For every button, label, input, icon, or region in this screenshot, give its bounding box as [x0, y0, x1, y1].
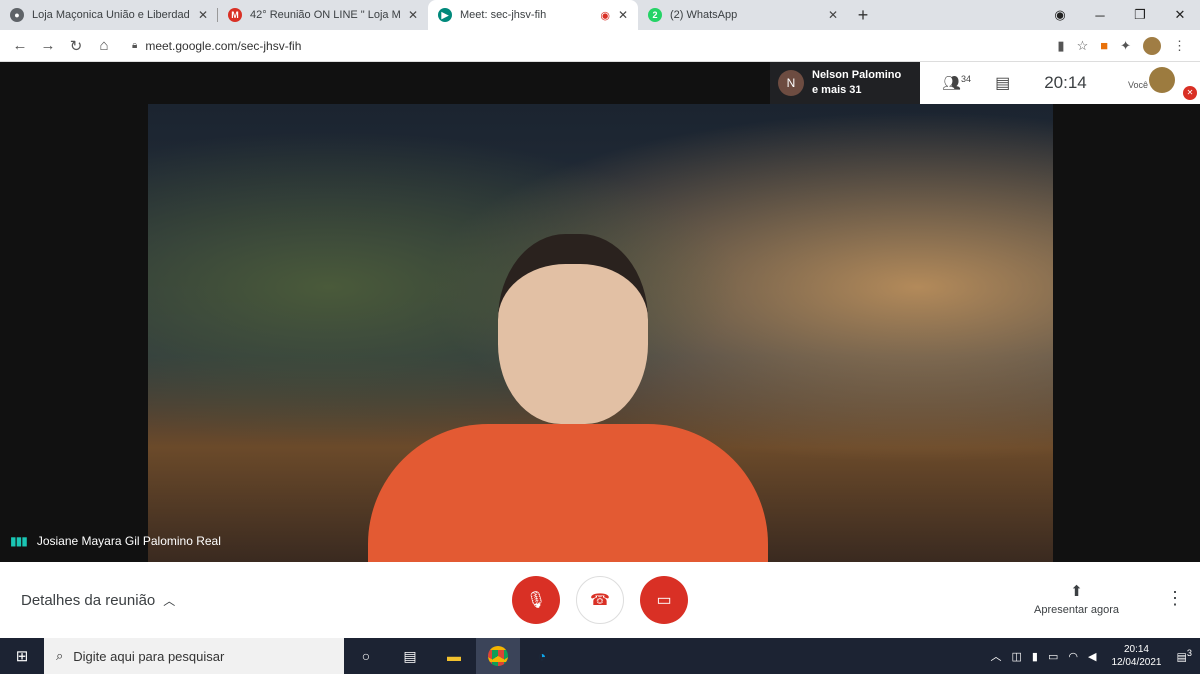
camera-toggle-button[interactable]: ▭: [640, 576, 688, 624]
search-icon: ⌕: [56, 648, 64, 663]
meet-controls: Detalhes da reunião ︿ 🎙︎ ☎︎ ▭ ⬆ Apresenta…: [0, 562, 1200, 638]
host-info: N Nelson Palomino e mais 31: [770, 62, 920, 104]
forward-icon[interactable]: →: [34, 37, 62, 54]
participants-button[interactable]: 👥︎34: [942, 74, 971, 92]
mic-toggle-button[interactable]: 🎙︎: [512, 576, 560, 624]
mic-off-icon: 🎙︎: [525, 592, 547, 609]
windows-taskbar: ⊞ ⌕ Digite aqui para pesquisar ○ ▤ ▬ ◔ ︿…: [0, 638, 1200, 674]
leave-call-button[interactable]: ☎︎: [576, 576, 624, 624]
browser-tab-bar: ● Loja Maçonica União e Liberdade ✕ M 42…: [0, 0, 1200, 30]
search-placeholder: Digite aqui para pesquisar: [73, 648, 225, 664]
host-name: Nelson Palomino: [812, 69, 902, 81]
gmail-icon: M: [228, 8, 242, 22]
camera-off-icon: ▭: [656, 592, 672, 609]
volume-icon[interactable]: ◀: [1088, 650, 1096, 663]
menu-icon[interactable]: ⋮: [1173, 38, 1186, 54]
windows-start-icon[interactable]: ⊞: [0, 647, 44, 665]
battery-icon[interactable]: ▭: [1048, 650, 1058, 663]
microphone-icon[interactable]: ▮: [1032, 650, 1038, 663]
clock-date: 12/04/2021: [1111, 657, 1162, 668]
edge-icon[interactable]: ◔: [520, 638, 564, 674]
tab-meet[interactable]: ▶ Meet: sec-jhsv-fih ◉ ✕: [428, 0, 638, 30]
globe-icon: ●: [10, 8, 24, 22]
taskbar-search[interactable]: ⌕ Digite aqui para pesquisar: [44, 638, 344, 674]
people-icon: 👥︎: [942, 75, 962, 92]
puzzle-icon[interactable]: ✦: [1120, 38, 1131, 54]
present-now-button[interactable]: ⬆ Apresentar agora: [1034, 582, 1119, 616]
more-options-icon[interactable]: ⋮: [1166, 588, 1184, 609]
phone-hangup-icon: ☎︎: [590, 592, 610, 609]
chrome-icon[interactable]: [476, 638, 520, 674]
details-label: Detalhes da reunião: [21, 592, 156, 609]
wifi-icon[interactable]: ◠: [1068, 650, 1078, 663]
back-icon[interactable]: ←: [6, 37, 34, 54]
tab-search-icon[interactable]: ◉: [1040, 7, 1080, 23]
tab-gmail[interactable]: M 42° Reunião ON LINE " Loja Maç ✕: [218, 0, 428, 30]
meet-stage: ▮▮▮ Josiane Mayara Gil Palomino Real N N…: [0, 62, 1200, 562]
meet-icon: ▶: [438, 8, 452, 22]
notifications-icon[interactable]: ▤3: [1177, 648, 1193, 664]
tab-loja-maconica[interactable]: ● Loja Maçonica União e Liberdade ✕: [0, 0, 218, 30]
reload-icon[interactable]: ↻: [62, 37, 90, 55]
system-tray: ︿ ◫ ▮ ▭ ◠ ◀ 20:14 12/04/2021 ▤3: [985, 638, 1200, 674]
whatsapp-icon: 2: [648, 8, 662, 22]
url-text: meet.google.com/sec-jhsv-fih: [145, 38, 302, 53]
notification-count: 3: [1186, 648, 1192, 659]
close-icon[interactable]: ✕: [828, 8, 838, 22]
camera-icon[interactable]: ▮: [1057, 38, 1064, 54]
audio-level-icon: ▮▮▮: [10, 534, 28, 548]
participant-video: [148, 104, 1053, 562]
restore-icon[interactable]: ❐: [1120, 7, 1160, 23]
tab-title: 42° Reunião ON LINE " Loja Maç: [250, 9, 400, 21]
self-label: Você: [1128, 80, 1149, 90]
file-explorer-icon[interactable]: ▬: [432, 638, 476, 674]
address-bar: ← → ↻ ⌂ 🔒︎ meet.google.com/sec-jhsv-fih …: [0, 30, 1200, 62]
tab-title: Loja Maçonica União e Liberdade: [32, 9, 190, 21]
network-device-icon[interactable]: ◫: [1011, 650, 1021, 663]
tab-whatsapp[interactable]: 2 (2) WhatsApp ✕: [638, 0, 848, 30]
meet-top-bar: 👥︎34 ▤ 20:14 Você ✕: [920, 62, 1200, 104]
extension-icon[interactable]: ■: [1100, 38, 1108, 53]
window-controls: ◉ ─ ❐ ✕: [1040, 0, 1200, 30]
close-icon[interactable]: ✕: [618, 8, 628, 22]
profile-avatar[interactable]: [1143, 36, 1161, 55]
clock-time: 20:14: [1123, 644, 1149, 655]
star-icon[interactable]: ☆: [1077, 38, 1089, 54]
taskbar-clock[interactable]: 20:14 12/04/2021: [1111, 643, 1161, 669]
present-label: Apresentar agora: [1034, 604, 1119, 616]
speaker-label: ▮▮▮ Josiane Mayara Gil Palomino Real: [10, 534, 221, 548]
url-field[interactable]: 🔒︎ meet.google.com/sec-jhsv-fih: [132, 34, 1057, 58]
participant-figure: [368, 234, 768, 562]
minimize-icon[interactable]: ─: [1080, 8, 1120, 23]
participant-head: [498, 234, 648, 424]
close-window-icon[interactable]: ✕: [1160, 7, 1200, 23]
meeting-details-button[interactable]: Detalhes da reunião ︿: [21, 592, 175, 609]
new-tab-button[interactable]: +: [848, 0, 878, 30]
extensions-area: ▮ ☆ ■ ✦ ⋮: [1057, 36, 1186, 55]
participants-count: 34: [961, 74, 972, 84]
tab-title: (2) WhatsApp: [670, 9, 738, 21]
close-icon[interactable]: ✕: [408, 8, 418, 22]
meeting-clock: 20:14: [1044, 73, 1087, 92]
self-avatar[interactable]: [1149, 67, 1175, 93]
chevron-up-icon: ︿: [163, 594, 176, 608]
host-avatar: N: [778, 70, 804, 96]
present-screen-icon: ⬆: [1070, 583, 1083, 600]
speaker-name: Josiane Mayara Gil Palomino Real: [36, 534, 221, 548]
mic-off-badge-icon: ✕: [1183, 86, 1197, 100]
close-icon[interactable]: ✕: [198, 8, 208, 22]
tab-title: Meet: sec-jhsv-fih: [460, 9, 547, 21]
cortana-icon[interactable]: ○: [344, 638, 388, 674]
recording-icon: ◉: [600, 9, 610, 22]
chat-icon[interactable]: ▤: [995, 73, 1010, 93]
chevron-up-icon[interactable]: ︿: [990, 648, 1001, 664]
participant-body: [368, 424, 768, 562]
lock-icon: 🔒︎: [132, 40, 138, 51]
home-icon[interactable]: ⌂: [90, 37, 118, 54]
task-view-icon[interactable]: ▤: [388, 638, 432, 674]
host-others: e mais 31: [812, 84, 862, 96]
